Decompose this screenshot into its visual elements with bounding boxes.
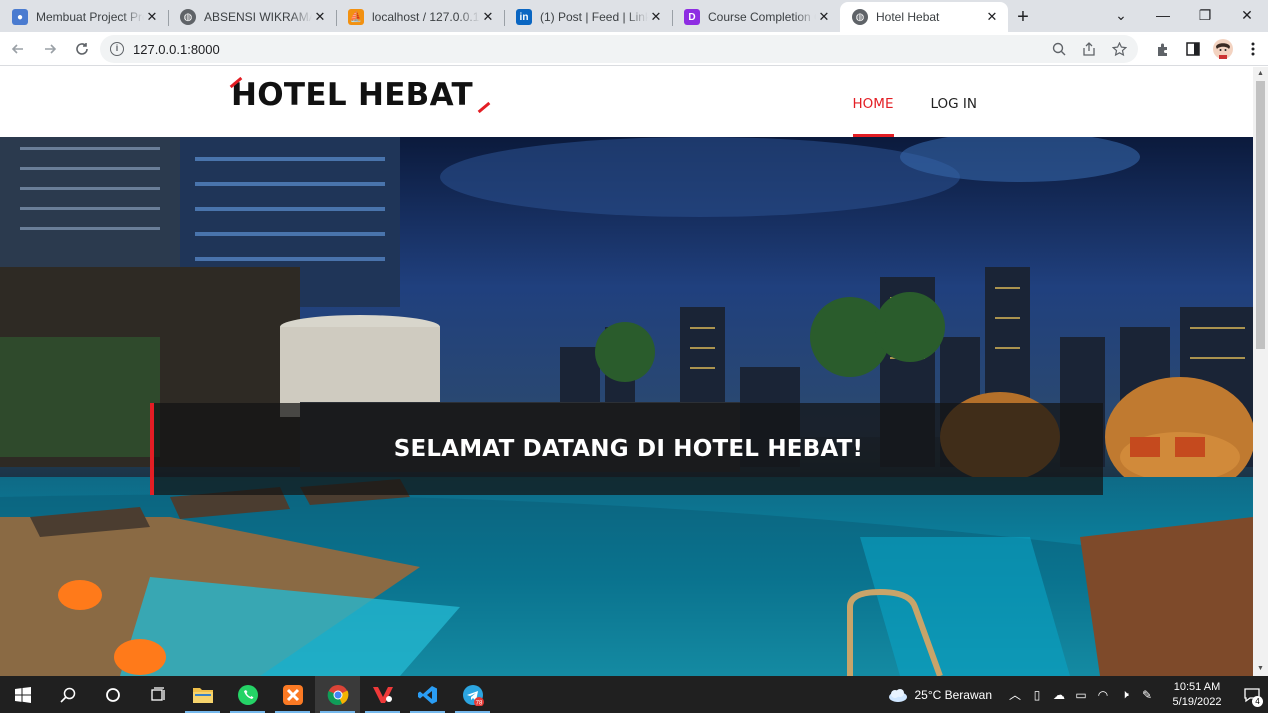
restore-button[interactable]: ❐ [1184,0,1226,30]
page-scrollbar[interactable]: ▲ ▼ [1253,67,1268,676]
welcome-banner: SELAMAT DATANG DI HOTEL HEBAT! [150,403,1103,495]
clock-date: 5/19/2022 [1172,695,1222,708]
task-view-icon[interactable] [135,676,180,713]
nav-home-link[interactable]: HOME [852,67,894,137]
close-window-button[interactable]: ✕ [1226,0,1268,30]
wifi-icon[interactable]: ◠ [1092,688,1114,702]
dicoding-icon: D [684,9,700,25]
tab-title: ABSENSI WIKRAMA [204,10,312,24]
volume-muted-icon[interactable]: 🕨 [1114,687,1136,702]
onedrive-icon[interactable]: ☁ [1048,688,1070,702]
back-button[interactable] [4,35,32,63]
globe-icon: ◍ [852,9,868,25]
arrow-left-icon [11,43,23,54]
chrome-icon[interactable] [315,676,360,713]
close-tab-icon[interactable]: ✕ [816,9,832,25]
site-header: HOTEL HEBAT HOME LOG IN [0,67,1253,137]
cloud-icon [889,688,908,702]
close-tab-icon[interactable]: ✕ [480,9,496,25]
scroll-down-icon[interactable]: ▼ [1253,662,1268,676]
arrow-right-icon [45,43,57,54]
scroll-up-icon[interactable]: ▲ [1253,67,1268,81]
browser-tab[interactable]: in (1) Post | Feed | LinkedIn ✕ [504,2,672,32]
forward-button[interactable] [36,35,64,63]
main-nav: HOME LOG IN [816,67,977,137]
page-viewport: HOTEL HEBAT HOME LOG IN SELAMAT DATANG D… [0,67,1253,676]
meet-now-icon[interactable]: ▯ [1026,688,1048,702]
telegram-badge: 78 [475,700,482,706]
zoom-icon[interactable] [1044,42,1074,56]
phpmyadmin-icon: ⛵ [348,9,364,25]
close-tab-icon[interactable]: ✕ [312,9,328,25]
hero-title: SELAMAT DATANG DI HOTEL HEBAT! [393,436,864,462]
windows-start-icon[interactable] [0,676,45,713]
bookmark-star-icon[interactable] [1104,41,1134,57]
notification-center-icon[interactable]: 4 [1236,676,1268,713]
hero-image: SELAMAT DATANG DI HOTEL HEBAT! [0,137,1253,676]
site-logo[interactable]: HOTEL HEBAT [229,76,491,114]
search-icon[interactable] [45,676,90,713]
tab-title: localhost / 127.0.0.1 / [372,10,480,24]
minimize-button[interactable]: — [1142,0,1184,30]
browser-tab[interactable]: ⛵ localhost / 127.0.0.1 / ✕ [336,2,504,32]
globe-icon: ◍ [180,9,196,25]
new-tab-button[interactable]: + [1008,2,1038,32]
close-tab-icon[interactable]: ✕ [648,9,664,25]
person-icon: ● [12,9,28,25]
cortana-icon[interactable] [90,676,135,713]
reload-icon [76,42,88,55]
reload-button[interactable] [68,35,96,63]
window-controls: ⌄ — ❐ ✕ [1100,0,1268,30]
file-explorer-icon[interactable] [180,676,225,713]
tab-title: Hotel Hebat [876,10,940,24]
nav-login-link[interactable]: LOG IN [931,67,978,137]
tab-title: Course Completion Ce [708,10,816,24]
clock-time: 10:51 AM [1173,680,1221,693]
linkedin-icon: in [516,9,532,25]
browser-tab[interactable]: ◍ ABSENSI WIKRAMA ✕ [168,2,336,32]
logo-accent [477,101,491,114]
url-text[interactable]: 127.0.0.1:8000 [133,42,220,57]
browser-tab[interactable]: ● Membuat Project Profil ✕ [0,2,168,32]
xampp-icon[interactable] [270,676,315,713]
system-tray: 25°C Berawan ︿ ▯ ☁ ▭ ◠ 🕨 ✎ 10:51 AM 5/19… [888,676,1268,713]
address-bar[interactable]: i 127.0.0.1:8000 [100,35,1138,63]
vscode-icon[interactable] [405,676,450,713]
tab-search-icon[interactable]: ⌄ [1100,0,1142,30]
browser-tab[interactable]: D Course Completion Ce ✕ [672,2,840,32]
site-info-icon[interactable]: i [110,42,124,56]
windows-taskbar: 78 25°C Berawan ︿ ▯ ☁ ▭ ◠ 🕨 ✎ 10:51 AM 5… [0,676,1268,713]
scrollbar-thumb[interactable] [1256,81,1265,349]
tab-title: (1) Post | Feed | LinkedIn [540,10,648,24]
pen-icon[interactable]: ✎ [1136,688,1158,702]
notification-count: 4 [1252,696,1263,707]
share-icon[interactable] [1074,42,1104,56]
more-menu-icon[interactable] [1238,42,1268,56]
tab-title: Membuat Project Profil [36,10,144,24]
weather-widget[interactable]: 25°C Berawan [888,688,992,702]
profile-avatar[interactable] [1208,39,1238,59]
whatsapp-icon[interactable] [225,676,270,713]
browser-tab-strip: ● Membuat Project Profil ✕ ◍ ABSENSI WIK… [0,0,1268,32]
system-clock[interactable]: 10:51 AM 5/19/2022 [1164,680,1230,710]
telegram-icon[interactable]: 78 [450,676,495,713]
vivaldi-icon[interactable] [360,676,405,713]
browser-tab-active[interactable]: ◍ Hotel Hebat ✕ [840,2,1008,32]
battery-icon[interactable]: ▭ [1070,688,1092,702]
close-tab-icon[interactable]: ✕ [144,9,160,25]
browser-toolbar: i 127.0.0.1:8000 [0,32,1268,66]
side-panel-icon[interactable] [1178,42,1208,56]
weather-text: 25°C Berawan [914,687,992,702]
chevron-up-icon[interactable]: ︿ [1004,686,1026,703]
close-tab-icon[interactable]: ✕ [984,9,1000,25]
logo-text: HOTEL HEBAT [231,77,473,113]
extensions-puzzle-icon[interactable] [1148,42,1178,57]
